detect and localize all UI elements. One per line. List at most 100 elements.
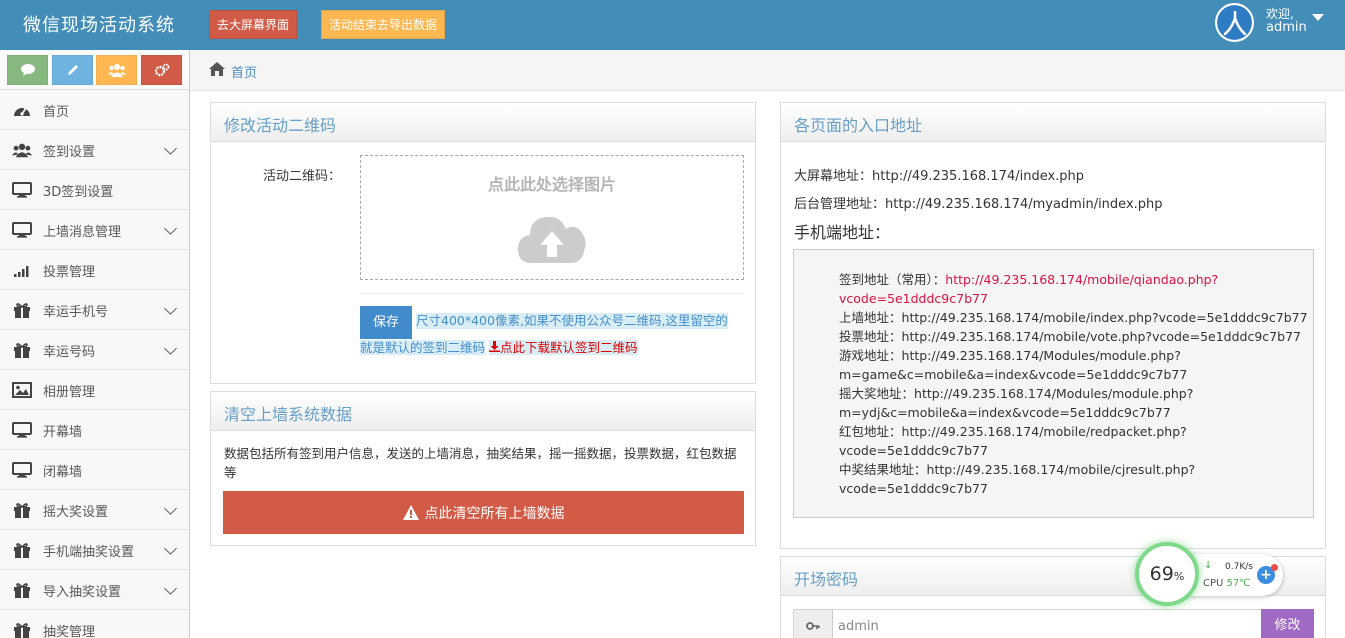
chevron-down-icon[interactable] bbox=[164, 222, 177, 235]
sidebar-item[interactable]: 闭幕墙 bbox=[0, 450, 189, 490]
sidebar-item[interactable]: 幸运号码 bbox=[0, 330, 189, 370]
qrcode-panel-header: 修改活动二维码 bbox=[211, 103, 755, 142]
sidebar-item[interactable]: 开幕墙 bbox=[0, 410, 189, 450]
mobile-url-continuation[interactable]: m=ydj&c=mobile&a=index&vcode=5e1dddc9c7b… bbox=[839, 403, 1309, 422]
password-panel-title: 开场密码 bbox=[794, 570, 859, 589]
warning-icon bbox=[402, 505, 419, 520]
gift-icon bbox=[12, 340, 32, 360]
qrcode-default-hint: 就是默认的签到二维码 bbox=[360, 340, 486, 355]
mobile-url[interactable]: http://49.235.168.174/mobile/vote.php?vc… bbox=[902, 329, 1301, 344]
admin-url[interactable]: http://49.235.168.174/myadmin/index.php bbox=[885, 197, 1163, 212]
modify-password-button[interactable]: 修改 bbox=[1261, 609, 1314, 638]
sidebar-item-label: 上墙消息管理 bbox=[43, 225, 122, 240]
cpu-usage-ring[interactable]: 69% bbox=[1135, 542, 1199, 606]
qrcode-panel: 修改活动二维码 活动二维码： 点此此处选择图片 保存 尺寸400*400像素,如… bbox=[210, 102, 756, 384]
chevron-down-icon[interactable] bbox=[164, 142, 177, 155]
clear-panel-title: 清空上墙系统数据 bbox=[224, 405, 353, 424]
mobile-url[interactable]: http://49.235.168.174/mobile/cjresult.ph… bbox=[927, 462, 1196, 477]
avatar[interactable] bbox=[1215, 3, 1254, 42]
mobile-url-label: 中奖结果地址： bbox=[839, 462, 927, 477]
mobile-urls-box: 签到地址（常用）：http://49.235.168.174/mobile/qi… bbox=[793, 249, 1314, 518]
top-navbar: 微信现场活动系统 去大屏幕界面 活动结束去导出数据 欢迎, admin bbox=[0, 0, 1345, 50]
breadcrumb-home-link[interactable]: 首页 bbox=[231, 62, 257, 81]
mobile-url-label: 签到地址（常用）： bbox=[839, 272, 946, 287]
chevron-down-icon[interactable] bbox=[164, 502, 177, 515]
mobile-url[interactable]: http://49.235.168.174/Modules/module.php… bbox=[902, 348, 1181, 363]
divider bbox=[360, 293, 744, 294]
chevron-down-icon[interactable] bbox=[164, 342, 177, 355]
chevron-down-icon[interactable] bbox=[164, 302, 177, 315]
mobile-url-label: 游戏地址： bbox=[839, 348, 902, 363]
system-monitor-widget[interactable]: 69% ↓ 0.7K/s CPU 57℃ + bbox=[1135, 540, 1285, 610]
sidebar-item[interactable]: 投票管理 bbox=[0, 250, 189, 290]
sidebar-item[interactable]: 上墙消息管理 bbox=[0, 210, 189, 250]
brand-title[interactable]: 微信现场活动系统 bbox=[23, 11, 175, 37]
mobile-url-row: 上墙地址：http://49.235.168.174/mobile/index.… bbox=[839, 308, 1309, 327]
user-name: admin bbox=[1266, 20, 1307, 35]
entry-panel-title: 各页面的入口地址 bbox=[794, 116, 923, 135]
mobile-url-continuation[interactable]: vcode=5e1dddc9c7b77 bbox=[839, 441, 1309, 460]
sidebar-item[interactable]: 签到设置 bbox=[0, 130, 189, 170]
mobile-url-label: 上墙地址： bbox=[839, 310, 902, 325]
sidebar-item-label: 幸运手机号 bbox=[43, 305, 109, 320]
sidebar: 首页签到设置 3D签到设置 上墙消息管理 投票管理幸运手机号幸运号码 相册管理开幕墙闭幕… bbox=[0, 50, 190, 638]
comments-icon bbox=[20, 64, 35, 76]
notification-dot bbox=[1271, 564, 1278, 571]
sidebar-item[interactable]: 导入抽奖设置 bbox=[0, 570, 189, 610]
sidebar-item-label: 首页 bbox=[43, 105, 70, 120]
download-icon bbox=[489, 341, 500, 352]
sidebar-item[interactable]: 相册管理 bbox=[0, 370, 189, 410]
mobile-url-label: 投票地址： bbox=[839, 329, 902, 344]
chevron-down-icon[interactable] bbox=[164, 542, 177, 555]
users-icon bbox=[107, 64, 126, 77]
admin-url-row: 后台管理地址：http://49.235.168.174/myadmin/ind… bbox=[794, 193, 1163, 212]
mobile-url-row: 游戏地址：http://49.235.168.174/Modules/modul… bbox=[839, 346, 1309, 365]
mobile-url-continuation[interactable]: vcode=5e1dddc9c7b77 bbox=[839, 479, 1309, 498]
mobile-url[interactable]: http://49.235.168.174/Modules/module.php… bbox=[914, 386, 1193, 401]
sidebar-item[interactable]: 幸运手机号 bbox=[0, 290, 189, 330]
qrcode-size-hint: 尺寸400*400像素,如果不使用公众号二维码,这里留空的 bbox=[416, 313, 728, 329]
qrcode-upload-dropzone[interactable]: 点此此处选择图片 bbox=[360, 155, 744, 280]
export-data-button[interactable]: 活动结束去导出数据 bbox=[321, 10, 445, 39]
mobile-url[interactable]: http://49.235.168.174/mobile/redpacket.p… bbox=[902, 424, 1187, 439]
sidebar-item[interactable]: 摇大奖设置 bbox=[0, 490, 189, 530]
download-arrow-icon: ↓ bbox=[1204, 560, 1213, 571]
save-button[interactable]: 保存 bbox=[360, 306, 412, 339]
home-icon[interactable] bbox=[208, 61, 226, 77]
opening-password-input[interactable] bbox=[834, 610, 1262, 638]
desktop-icon bbox=[12, 220, 32, 240]
shortcut-cogs-button[interactable] bbox=[141, 55, 182, 85]
mobile-url[interactable]: http://49.235.168.174/mobile/index.php?v… bbox=[902, 310, 1308, 325]
chevron-down-icon[interactable] bbox=[164, 582, 177, 595]
mobile-url[interactable]: http://49.235.168.174/mobile/qiandao.php… bbox=[945, 272, 1218, 287]
upload-prompt: 点此此处选择图片 bbox=[487, 175, 616, 194]
mobile-urls-list: 签到地址（常用）：http://49.235.168.174/mobile/qi… bbox=[839, 270, 1309, 498]
cogs-icon bbox=[154, 63, 169, 77]
shortcut-users-button[interactable] bbox=[96, 55, 137, 85]
download-default-qrcode-link[interactable]: 点此下载默认签到二维码 bbox=[489, 340, 638, 355]
caret-down-icon[interactable] bbox=[1312, 14, 1324, 21]
sidebar-item-label: 导入抽奖设置 bbox=[43, 585, 122, 600]
sidebar-item[interactable]: 首页 bbox=[0, 90, 189, 130]
sidebar-item-label: 开幕墙 bbox=[43, 425, 83, 440]
sidebar-item[interactable]: 抽奖管理 bbox=[0, 610, 189, 638]
clear-data-description: 数据包括所有签到用户信息，发送的上墙消息，抽奖结果，摇一摇数据，投票数据，红包数… bbox=[224, 446, 737, 480]
cpu-temperature: CPU 57℃ bbox=[1203, 578, 1251, 589]
shortcut-pencil-button[interactable] bbox=[52, 55, 93, 85]
sidebar-item[interactable]: 3D签到设置 bbox=[0, 170, 189, 210]
mobile-url-row: 红包地址：http://49.235.168.174/mobile/redpac… bbox=[839, 422, 1309, 441]
bigscreen-url[interactable]: http://49.235.168.174/index.php bbox=[872, 169, 1084, 184]
bigscreen-button[interactable]: 去大屏幕界面 bbox=[209, 10, 297, 39]
sidebar-item-label: 投票管理 bbox=[43, 265, 96, 280]
gift-icon bbox=[12, 500, 32, 520]
mobile-url-continuation[interactable]: m=game&c=mobile&a=index&vcode=5e1dddc9c7… bbox=[839, 365, 1309, 384]
mobile-urls-title: 手机端地址： bbox=[794, 223, 891, 242]
mobile-url-continuation[interactable]: vcode=5e1dddc9c7b77 bbox=[839, 289, 1309, 308]
sidebar-item-label: 3D签到设置 bbox=[43, 185, 114, 200]
clear-all-data-button[interactable]: 点此清空所有上墙数据 bbox=[223, 491, 744, 534]
key-icon bbox=[794, 610, 833, 638]
sidebar-item-label: 签到设置 bbox=[43, 145, 96, 160]
shortcut-comments-button[interactable] bbox=[7, 55, 48, 85]
sidebar-item[interactable]: 手机端抽奖设置 bbox=[0, 530, 189, 570]
user-menu[interactable]: 欢迎, admin bbox=[1206, 0, 1345, 50]
